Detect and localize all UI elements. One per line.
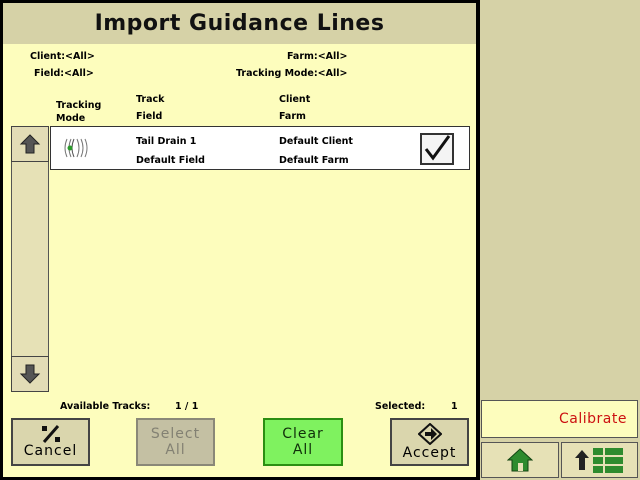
curve-track-icon xyxy=(61,137,89,163)
column-header-client: Client xyxy=(279,94,311,105)
selected-label: Selected: xyxy=(375,401,426,412)
available-tracks-label: Available Tracks: xyxy=(60,401,151,412)
home-icon xyxy=(507,448,533,472)
cancel-icon xyxy=(41,425,60,443)
row-client: Default Client xyxy=(279,136,353,147)
clear-all-button[interactable]: Clear All xyxy=(263,418,343,466)
column-header-track: Track xyxy=(136,94,165,105)
accept-label: Accept xyxy=(402,445,457,461)
accept-icon xyxy=(417,423,442,445)
column-header-mode-line2: Mode xyxy=(56,113,86,124)
clear-all-label-line1: Clear xyxy=(282,426,324,442)
column-header-client-farm: Client Farm xyxy=(279,93,310,123)
row-field: Default Field xyxy=(136,155,205,166)
cancel-button[interactable]: Cancel xyxy=(11,418,90,466)
accept-button[interactable]: Accept xyxy=(390,418,469,466)
scroll-up-button[interactable] xyxy=(11,126,49,162)
select-all-button[interactable]: Select All xyxy=(136,418,215,466)
list-scrollbar[interactable] xyxy=(11,126,49,392)
select-all-label-line2: All xyxy=(165,442,186,458)
table-row[interactable]: Tail Drain 1 Default Field Default Clien… xyxy=(50,126,470,170)
arrow-up-icon xyxy=(19,134,41,154)
farm-filter: Farm:<All> xyxy=(287,51,348,62)
column-header-field: Field xyxy=(136,111,163,122)
row-select-checkbox[interactable] xyxy=(420,133,454,165)
checkmark-icon xyxy=(424,135,451,161)
tracking-mode-filter: Tracking Mode:<All> xyxy=(236,68,348,79)
column-header-tracking-mode: Tracking Mode xyxy=(56,99,101,125)
client-filter: Client:<All> xyxy=(30,51,95,62)
layout-menu-button[interactable] xyxy=(561,442,638,478)
page-title: Import Guidance Lines xyxy=(3,3,476,44)
home-button[interactable] xyxy=(481,442,559,478)
cancel-label: Cancel xyxy=(23,443,78,459)
scroll-down-button[interactable] xyxy=(11,356,49,392)
column-header-mode-line1: Tracking xyxy=(56,100,102,111)
arrow-down-icon xyxy=(19,364,41,384)
row-track: Tail Drain 1 xyxy=(136,136,197,147)
clear-all-label-line2: All xyxy=(292,442,314,458)
field-filter: Field:<All> xyxy=(34,68,94,79)
column-header-track-field: Track Field xyxy=(136,93,164,123)
calibrate-button[interactable]: Calibrate xyxy=(481,400,638,438)
main-panel: Import Guidance Lines Client:<All> Farm:… xyxy=(3,3,476,477)
layout-grid-icon xyxy=(574,448,623,473)
available-tracks-value: 1 / 1 xyxy=(175,401,199,412)
selected-value: 1 xyxy=(451,401,458,412)
column-header-farm: Farm xyxy=(279,111,306,122)
select-all-label-line1: Select xyxy=(150,426,201,442)
row-farm: Default Farm xyxy=(279,155,349,166)
